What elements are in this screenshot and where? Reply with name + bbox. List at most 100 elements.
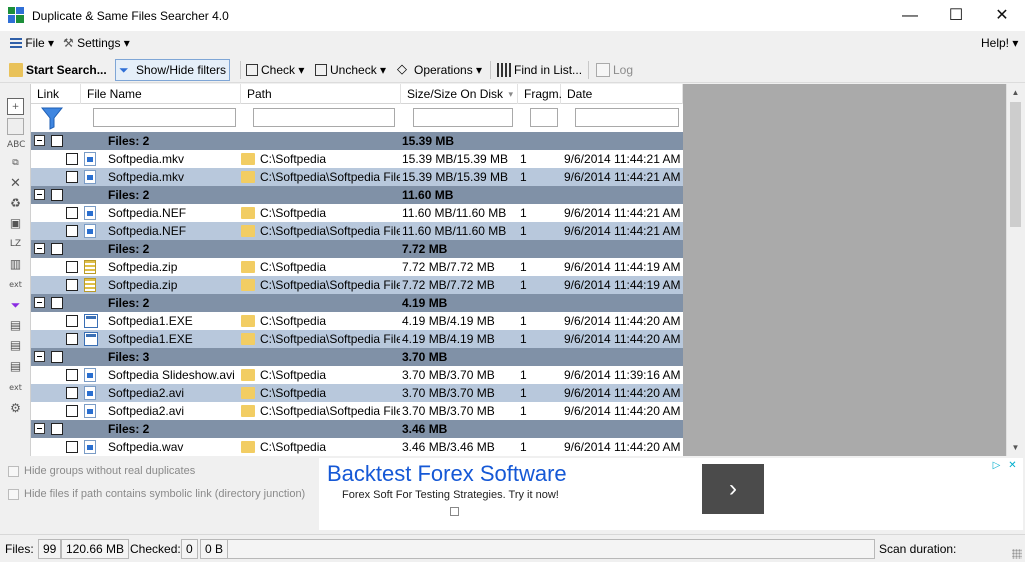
operations-button[interactable]: ◇ Operations ▾ [394,59,485,81]
lz-icon[interactable]: LZ [7,236,24,253]
check-icon [246,64,258,76]
ext-icon[interactable]: ext [7,276,24,293]
file-checkbox[interactable] [66,207,78,219]
scroll-down-icon[interactable]: ▼ [1007,439,1024,456]
check-button[interactable]: Check ▾ [243,59,307,81]
columns-icon[interactable]: ▤ [7,317,24,334]
ad-banner[interactable]: Backtest Forex Software Forex Soft For T… [319,458,1023,530]
menu-file[interactable]: File ▾ [10,36,54,50]
group-checkbox[interactable] [51,189,63,201]
file-checkbox[interactable] [66,153,78,165]
group-checkbox[interactable] [51,297,63,309]
move-icon[interactable]: ▣ [7,215,24,232]
scroll-thumb[interactable] [1010,102,1021,227]
file-checkbox[interactable] [66,405,78,417]
file-row[interactable]: Softpedia1.EXE C:\Softpedia 4.19 MB/4.19 M… [31,312,683,330]
gear-list-icon[interactable]: ⚙ [7,400,24,417]
start-search-button[interactable]: Start Search... [6,59,110,81]
find-in-list-button[interactable]: Find in List... [494,59,585,81]
uncheck-button[interactable]: Uncheck ▾ [312,59,389,81]
collapse-icon[interactable] [34,297,45,308]
file-checkbox[interactable] [66,225,78,237]
group-checkbox[interactable] [51,243,63,255]
file-checkbox[interactable] [66,441,78,453]
ad-close-icon[interactable]: ✕ [1005,459,1020,473]
filter-file-name-input[interactable] [93,108,236,127]
ext2-icon[interactable]: ext [7,379,24,396]
vertical-scrollbar[interactable]: ▲ ▼ [1006,84,1023,456]
file-row[interactable]: Softpedia1.EXE C:\Softpedia\Softpedia Fil… [31,330,683,348]
filter-path-input[interactable] [253,108,395,127]
collapse-icon[interactable] [34,135,45,146]
group-row[interactable]: Files: 2 15.39 MB [31,132,683,150]
recycle-icon[interactable]: ♻ [7,195,24,212]
file-row[interactable]: Softpedia.mkv C:\Softpedia 15.39 MB/15.39 … [31,150,683,168]
compare-icon[interactable]: ⧉ [7,155,24,172]
file-checkbox[interactable] [66,369,78,381]
filter-size-input[interactable] [413,108,513,127]
file-checkbox[interactable] [66,171,78,183]
group-row[interactable]: Files: 2 11.60 MB [31,186,683,204]
file-row[interactable]: Softpedia.wav C:\Softpedia 3.46 MB/3.46 MB… [31,438,683,456]
resize-grip-icon[interactable] [1012,549,1022,559]
copy-icon[interactable]: + [7,98,24,115]
list2-icon[interactable]: ▤ [7,358,24,375]
header-size[interactable]: Size/Size On Disk ▾ [401,84,518,104]
collapse-icon[interactable] [34,189,45,200]
rename-icon[interactable]: ABC [7,137,25,154]
hide-groups-option[interactable]: Hide groups without real duplicates [8,465,195,477]
menu-help[interactable]: Help! ▾ [981,36,1018,50]
header-link[interactable]: Link [31,84,81,104]
filter-date-input[interactable] [575,108,679,127]
file-row[interactable]: Softpedia Slideshow.avi C:\Softpedia 3.70 … [31,366,683,384]
menu-settings[interactable]: ⚒ Settings ▾ [63,36,130,50]
duplicate-icon[interactable] [7,118,24,135]
filter-purple-icon[interactable]: ⏷ [7,297,24,314]
file-checkbox[interactable] [66,387,78,399]
group-row[interactable]: Files: 2 3.46 MB [31,420,683,438]
maximize-button[interactable]: ☐ [933,0,979,31]
header-fragm[interactable]: Fragm. [518,84,562,104]
header-file-name[interactable]: File Name [81,84,241,104]
header-path[interactable]: Path [241,84,401,104]
file-checkbox[interactable] [66,315,78,327]
file-row[interactable]: Softpedia.NEF C:\Softpedia 11.60 MB/11.60 … [31,204,683,222]
ad-info-icon[interactable]: ▷ [989,459,1004,473]
file-size: 7.72 MB/7.72 MB [402,260,495,274]
file-fragm: 1 [520,368,527,382]
group-checkbox[interactable] [51,423,63,435]
file-checkbox[interactable] [66,333,78,345]
file-row[interactable]: Softpedia.NEF C:\Softpedia\Softpedia File… [31,222,683,240]
list-icon[interactable]: ▤ [7,337,24,354]
collapse-icon[interactable] [34,351,45,362]
ad-arrow-button[interactable]: › [702,464,764,514]
log-button[interactable]: Log [593,59,636,81]
file-checkbox[interactable] [66,279,78,291]
filter-fragm-input[interactable] [530,108,558,127]
group-row[interactable]: Files: 2 4.19 MB [31,294,683,312]
delete-icon[interactable]: ✕ [7,175,24,192]
scroll-up-icon[interactable]: ▲ [1007,84,1024,101]
header-date[interactable]: Date [561,84,683,104]
group-row[interactable]: Files: 2 7.72 MB [31,240,683,258]
column-icon[interactable]: ▥ [7,256,24,273]
group-checkbox[interactable] [51,351,63,363]
group-row[interactable]: Files: 3 3.70 MB [31,348,683,366]
file-row[interactable]: Softpedia.mkv C:\Softpedia\Softpedia File… [31,168,683,186]
file-row[interactable]: Softpedia.zip C:\Softpedia 7.72 MB/7.72 MB… [31,258,683,276]
collapse-icon[interactable] [34,243,45,254]
filter-funnel-icon[interactable] [41,106,63,130]
ad-title[interactable]: Backtest Forex Software [327,461,567,487]
file-row[interactable]: Softpedia2.avi C:\Softpedia 3.70 MB/3.70 M… [31,384,683,402]
file-row[interactable]: Softpedia.zip C:\Softpedia\Softpedia File… [31,276,683,294]
group-checkbox[interactable] [51,135,63,147]
file-row[interactable]: Softpedia2.avi C:\Softpedia\Softpedia Fil… [31,402,683,420]
hide-groups-checkbox[interactable] [8,465,19,477]
hide-symlink-checkbox[interactable] [8,488,19,500]
minimize-button[interactable]: — [887,0,933,31]
collapse-icon[interactable] [34,423,45,434]
close-button[interactable]: ✕ [979,0,1025,31]
show-hide-filters-button[interactable]: ⏷ Show/Hide filters [115,59,231,81]
file-checkbox[interactable] [66,261,78,273]
hide-symlink-option[interactable]: Hide files if path contains symbolic lin… [8,488,305,500]
